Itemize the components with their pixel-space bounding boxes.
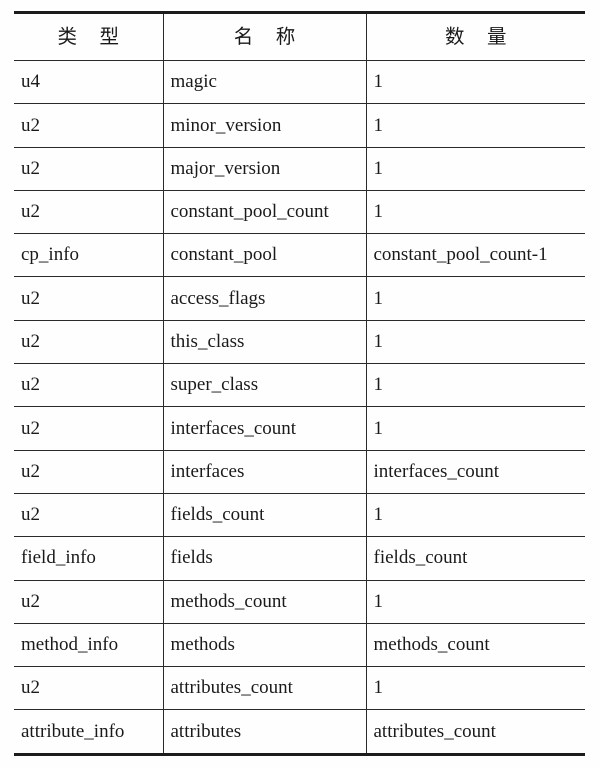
cell-name: super_class	[163, 363, 367, 408]
table-row: u2 major_version 1	[14, 147, 585, 191]
cell-name: minor_version	[163, 103, 367, 148]
cell-name: methods_count	[163, 580, 367, 624]
table-row: u2 attributes_count 1	[14, 666, 585, 711]
cell-name: interfaces_count	[163, 406, 367, 451]
cell-name: attributes_count	[163, 666, 367, 711]
column-header-type: 类 型	[14, 11, 164, 61]
cell-count: 1	[366, 493, 585, 538]
cell-count: 1	[366, 147, 585, 191]
cell-count: 1	[366, 406, 585, 451]
table-row: u2 this_class 1	[14, 320, 585, 365]
cell-type: u2	[14, 190, 164, 235]
cell-type: u2	[14, 666, 164, 711]
cell-count: 1	[366, 320, 585, 365]
cell-count: methods_count	[366, 623, 585, 668]
cell-count: fields_count	[366, 536, 585, 581]
cell-type: field_info	[14, 536, 164, 581]
cell-type: u2	[14, 363, 164, 408]
column-header-name: 名 称	[163, 11, 367, 61]
cell-type: u2	[14, 580, 164, 624]
cell-type: u2	[14, 406, 164, 451]
cell-type: u2	[14, 450, 164, 494]
cell-count: 1	[366, 580, 585, 624]
table-body: u4 magic 1 u2 minor_version 1 u2 major_version 1…	[14, 60, 585, 756]
cell-count: 1	[366, 190, 585, 235]
cell-name: methods	[163, 623, 367, 668]
table-header-row: 类 型 名 称 数 量	[14, 11, 585, 61]
cell-name: this_class	[163, 320, 367, 365]
cell-count: constant_pool_count-1	[366, 233, 585, 278]
cell-count: 1	[366, 103, 585, 148]
cell-name: interfaces	[163, 450, 367, 494]
table-row: cp_info constant_pool constant_pool_count-…	[14, 233, 585, 278]
cell-type: u4	[14, 60, 164, 105]
cell-name: fields	[163, 536, 367, 581]
table-row: u2 interfaces interfaces_count	[14, 450, 585, 494]
page-canvas: 类 型 名 称 数 量 u4 magic 1 u2 minor_version 1 u2 ma…	[0, 0, 600, 768]
cell-count: 1	[366, 276, 585, 321]
cell-count: 1	[366, 666, 585, 711]
class-file-structure-table: 类 型 名 称 数 量 u4 magic 1 u2 minor_version 1 u2 ma…	[14, 11, 585, 756]
cell-type: u2	[14, 276, 164, 321]
cell-count: attributes_count	[366, 709, 585, 756]
cell-type: u2	[14, 493, 164, 538]
cell-name: magic	[163, 60, 367, 105]
table-row: u2 minor_version 1	[14, 103, 585, 148]
table-row: u2 interfaces_count 1	[14, 406, 585, 451]
cell-name: fields_count	[163, 493, 367, 538]
table-row: u2 constant_pool_count 1	[14, 190, 585, 235]
table-header: 类 型 名 称 数 量	[14, 11, 585, 61]
table-row: attribute_info attributes attributes_count	[14, 709, 585, 756]
table-row: u2 fields_count 1	[14, 493, 585, 538]
cell-count: 1	[366, 363, 585, 408]
cell-type: u2	[14, 147, 164, 191]
cell-type: attribute_info	[14, 709, 164, 756]
table-row: u2 super_class 1	[14, 363, 585, 408]
cell-name: constant_pool	[163, 233, 367, 278]
cell-type: u2	[14, 103, 164, 148]
table-row: u2 access_flags 1	[14, 276, 585, 321]
cell-name: constant_pool_count	[163, 190, 367, 235]
cell-type: u2	[14, 320, 164, 365]
table-row: field_info fields fields_count	[14, 536, 585, 581]
cell-type: cp_info	[14, 233, 164, 278]
cell-count: 1	[366, 60, 585, 105]
column-header-count: 数 量	[366, 11, 585, 61]
cell-name: access_flags	[163, 276, 367, 321]
cell-name: major_version	[163, 147, 367, 191]
table-row: u4 magic 1	[14, 60, 585, 105]
cell-type: method_info	[14, 623, 164, 668]
table-row: u2 methods_count 1	[14, 580, 585, 624]
table-row: method_info methods methods_count	[14, 623, 585, 668]
cell-count: interfaces_count	[366, 450, 585, 494]
cell-name: attributes	[163, 709, 367, 756]
